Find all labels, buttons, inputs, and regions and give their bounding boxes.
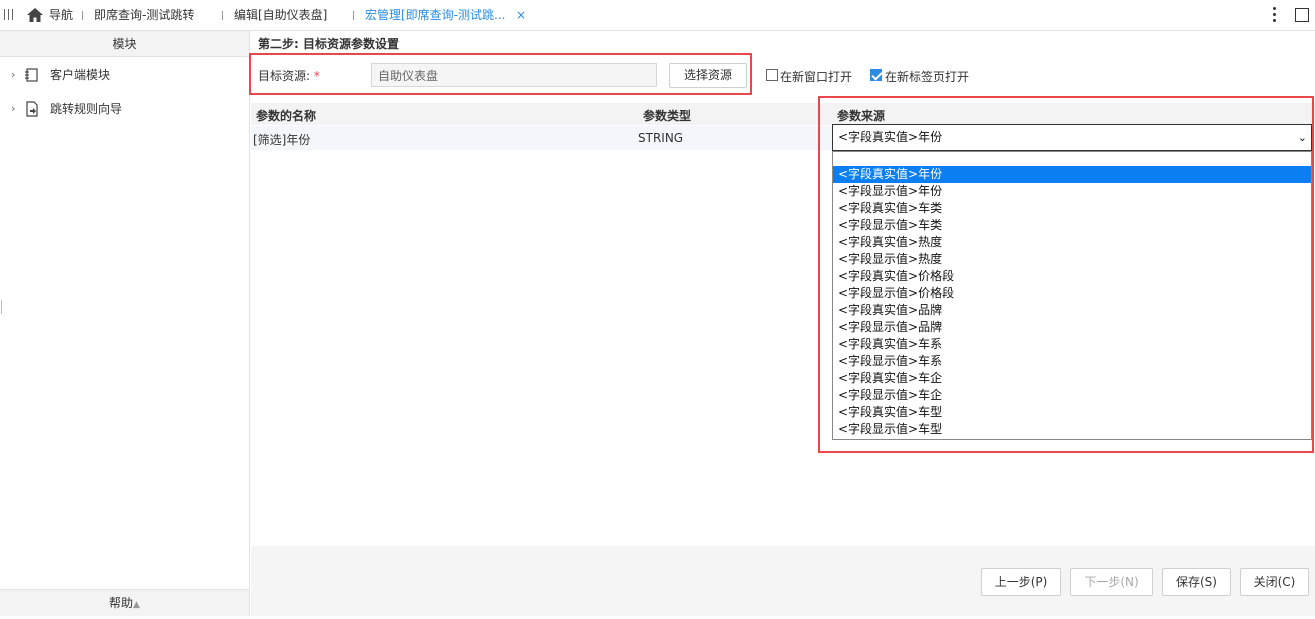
tab-divider (353, 11, 354, 20)
prev-step-button[interactable]: 上一步(P) (981, 568, 1061, 596)
module-sidebar: 模块 › 客户端模块 › 跳转规则向导 帮助▲ (0, 31, 250, 616)
sidebar-item-jump-rule-wizard[interactable]: › 跳转规则向导 (0, 99, 249, 119)
help-button[interactable]: 帮助▲ (0, 589, 249, 616)
home-icon[interactable] (27, 8, 43, 22)
dropdown-option[interactable]: <字段真实值>车类 (833, 200, 1311, 217)
dropdown-option[interactable]: <字段真实值>品牌 (833, 302, 1311, 319)
chevron-right-icon[interactable]: › (11, 65, 15, 85)
step-title: 第二步: 目标资源参数设置 (258, 37, 399, 51)
dropdown-option[interactable]: <字段显示值>品牌 (833, 319, 1311, 336)
param-source-dropdown: <字段真实值>年份 <字段显示值>年份 <字段真实值>车类 <字段显示值>车类 <字段真… (832, 151, 1312, 440)
tab-navigation[interactable]: 导航 (49, 0, 73, 31)
sidebar-item-label: 跳转规则向导 (50, 102, 123, 116)
new-window-label[interactable]: 在新窗口打开 (780, 68, 852, 85)
required-mark: * (313, 69, 320, 83)
close-button[interactable]: 关闭(C) (1240, 568, 1309, 596)
caret-up-icon: ▲ (133, 600, 140, 610)
new-tab-checkbox[interactable] (870, 69, 882, 81)
column-param-type: 参数类型 (643, 109, 692, 123)
tab-edit-dashboard[interactable]: 编辑[自助仪表盘] (222, 0, 328, 31)
save-button[interactable]: 保存(S) (1162, 568, 1231, 596)
param-table-header: 参数的名称 参数类型 参数来源 (251, 103, 1315, 125)
chevron-down-icon: ⌄ (1297, 131, 1307, 144)
dropdown-option[interactable]: <字段真实值>价格段 (833, 268, 1311, 285)
target-resource-input[interactable] (371, 63, 657, 87)
help-label: 帮助 (109, 596, 134, 610)
panel-splitter[interactable] (1, 300, 2, 314)
sidebar-header: 模块 (0, 31, 249, 57)
column-param-name: 参数的名称 (256, 109, 317, 123)
dropdown-option[interactable]: <字段显示值>车类 (833, 217, 1311, 234)
dropdown-option[interactable]: <字段显示值>价格段 (833, 285, 1311, 302)
tab-label: 编辑[自助仪表盘] (234, 8, 328, 22)
dropdown-option[interactable]: <字段真实值>年份 (833, 166, 1311, 183)
top-tab-bar: 导航 即席查询-测试跳转 编辑[自助仪表盘] 宏管理[即席查询-测试跳... × (0, 0, 1315, 31)
param-type-cell: STRING (638, 131, 684, 145)
tab-label: 即席查询-测试跳转 (94, 8, 195, 22)
dropdown-option[interactable]: <字段显示值>车型 (833, 421, 1311, 438)
next-step-button[interactable]: 下一步(N) (1070, 568, 1153, 596)
tab-macro-manager[interactable]: 宏管理[即席查询-测试跳... (353, 0, 506, 31)
dropdown-option[interactable]: <字段真实值>车型 (833, 404, 1311, 421)
column-param-source: 参数来源 (837, 109, 886, 123)
close-tab-icon[interactable]: × (516, 0, 526, 31)
wizard-footer: 上一步(P) 下一步(N) 保存(S) 关闭(C) (251, 546, 1315, 616)
param-source-selected-value: <字段真实值>年份 (838, 130, 943, 144)
dropdown-option[interactable]: <字段显示值>车系 (833, 353, 1311, 370)
maximize-icon[interactable] (1295, 8, 1309, 22)
target-resource-label-text: 目标资源: (258, 69, 311, 83)
choose-resource-button[interactable]: 选择资源 (669, 63, 747, 88)
sidebar-item-label: 客户端模块 (50, 68, 111, 82)
jump-rule-icon (26, 101, 38, 117)
param-name-cell: [筛选]年份 (253, 133, 311, 147)
client-module-icon (25, 68, 38, 82)
new-window-checkbox[interactable] (766, 69, 778, 81)
tab-divider (82, 11, 83, 20)
tab-adhoc-query[interactable]: 即席查询-测试跳转 (82, 0, 195, 31)
dropdown-option[interactable]: <字段显示值>年份 (833, 183, 1311, 200)
tab-label: 宏管理[即席查询-测试跳... (365, 8, 506, 22)
dropdown-option[interactable]: <字段真实值>热度 (833, 234, 1311, 251)
dropdown-option[interactable]: <字段显示值>热度 (833, 251, 1311, 268)
sidebar-item-client-module[interactable]: › 客户端模块 (0, 65, 249, 85)
target-resource-label: 目标资源: * (258, 67, 320, 84)
tab-label: 导航 (49, 8, 74, 22)
new-tab-label[interactable]: 在新标签页打开 (885, 68, 969, 85)
menu-icon[interactable] (4, 9, 13, 20)
param-source-select[interactable]: <字段真实值>年份 ⌄ (832, 124, 1312, 151)
chevron-right-icon[interactable]: › (11, 99, 15, 119)
more-options-icon[interactable] (1273, 7, 1277, 23)
dropdown-option[interactable]: <字段真实值>车企 (833, 370, 1311, 387)
tab-divider (222, 11, 223, 20)
dropdown-option[interactable]: <字段真实值>车系 (833, 336, 1311, 353)
dropdown-option[interactable]: <字段显示值>车企 (833, 387, 1311, 404)
